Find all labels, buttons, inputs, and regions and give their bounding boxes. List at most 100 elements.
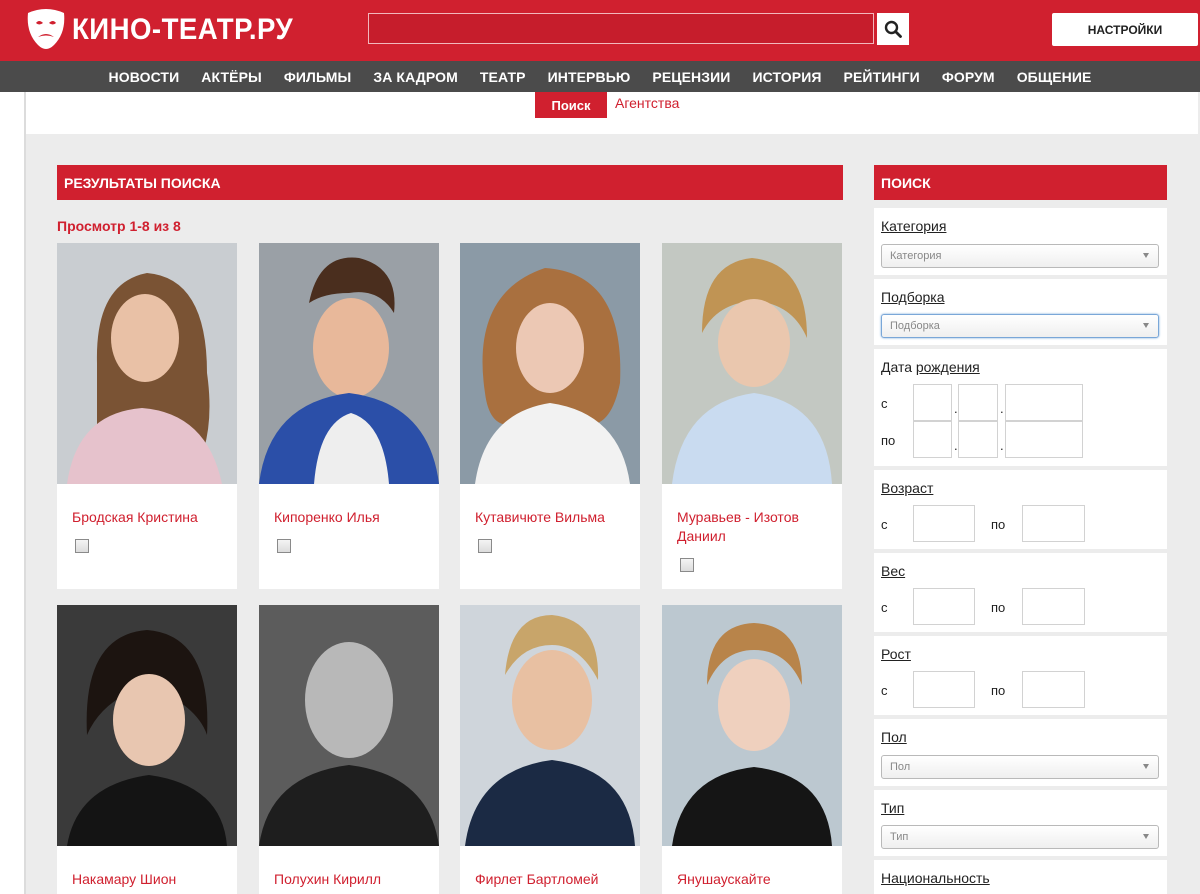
filter-gender: Пол Пол — [874, 719, 1167, 786]
site-search-input[interactable] — [368, 13, 874, 44]
actor-card[interactable]: Кутавичюте Вильма — [460, 243, 640, 589]
filter-age: Возраст с по — [874, 470, 1167, 549]
nav-item-interviews[interactable]: ИНТЕРВЬЮ — [537, 69, 642, 85]
birth-day-to[interactable] — [913, 421, 952, 458]
actor-card[interactable]: Янушаускайте — [662, 605, 842, 894]
actor-photo[interactable] — [259, 243, 439, 484]
weight-from-input[interactable] — [913, 588, 975, 625]
site-logo[interactable]: КИНО-ТЕАТР.РУ — [24, 4, 312, 56]
filter-label[interactable]: Категория — [881, 218, 946, 234]
filter-label[interactable]: Национальность — [881, 870, 990, 886]
filter-nationality: Национальность — [874, 860, 1167, 894]
age-to-input[interactable] — [1022, 505, 1085, 542]
filter-label[interactable]: Рост — [881, 646, 911, 662]
search-button[interactable] — [877, 13, 909, 45]
to-label: по — [881, 433, 896, 448]
filter-collection: Подборка Подборка — [874, 279, 1167, 345]
dropdown-arrow-icon — [1143, 253, 1149, 258]
date-separator: . — [1000, 438, 1004, 453]
actor-name[interactable]: Кутавичюте Вильма — [460, 484, 640, 527]
select-checkbox[interactable] — [478, 539, 492, 553]
from-label: с — [881, 683, 888, 698]
actor-photo[interactable] — [662, 605, 842, 846]
birth-year-from[interactable] — [1005, 384, 1083, 421]
select-checkbox[interactable] — [75, 539, 89, 553]
birth-day-from[interactable] — [913, 384, 952, 421]
actor-name[interactable]: Полухин Кирилл — [259, 846, 439, 889]
birth-year-to[interactable] — [1005, 421, 1083, 458]
nav-item-reviews[interactable]: РЕЦЕНЗИИ — [641, 69, 741, 85]
left-divider — [24, 92, 26, 894]
height-to-input[interactable] — [1022, 671, 1085, 708]
actor-photo[interactable] — [460, 243, 640, 484]
filter-label: Дата рождения — [881, 359, 980, 375]
filter-label[interactable]: Пол — [881, 729, 907, 745]
to-label: по — [991, 600, 1006, 615]
type-select[interactable]: Тип — [881, 825, 1159, 849]
actor-name[interactable]: Бродская Кристина — [57, 484, 237, 527]
filter-category: Категория Категория — [874, 208, 1167, 275]
actor-photo[interactable] — [57, 243, 237, 484]
actor-card[interactable]: Муравьев - Изотов Даниил — [662, 243, 842, 589]
filter-label[interactable]: Тип — [881, 800, 904, 816]
logo-text: КИНО-ТЕАТР.РУ — [72, 13, 294, 46]
nav-item-behind-scenes[interactable]: ЗА КАДРОМ — [362, 69, 469, 85]
filter-label-link[interactable]: рождения — [916, 359, 980, 375]
select-placeholder: Тип — [890, 831, 909, 843]
actor-photo[interactable] — [662, 243, 842, 484]
to-label: по — [991, 683, 1006, 698]
gender-select[interactable]: Пол — [881, 755, 1159, 779]
actor-name[interactable]: Янушаускайте — [662, 846, 842, 889]
nav-item-films[interactable]: ФИЛЬМЫ — [273, 69, 363, 85]
age-from-input[interactable] — [913, 505, 975, 542]
filter-birthdate: Дата рождения с . . по . . — [874, 349, 1167, 466]
nav-item-forum[interactable]: ФОРУМ — [931, 69, 1006, 85]
actor-name[interactable]: Муравьев - Изотов Даниил — [662, 484, 842, 546]
category-select[interactable]: Категория — [881, 244, 1159, 268]
filter-weight: Вес с по — [874, 553, 1167, 632]
birth-month-to[interactable] — [958, 421, 998, 458]
birth-month-from[interactable] — [958, 384, 998, 421]
filter-label[interactable]: Возраст — [881, 480, 933, 496]
actor-name[interactable]: Накамару Шион — [57, 846, 237, 889]
results-count: Просмотр 1-8 из 8 — [57, 218, 181, 234]
filter-label[interactable]: Подборка — [881, 289, 945, 305]
actor-photo[interactable] — [57, 605, 237, 846]
select-checkbox[interactable] — [277, 539, 291, 553]
sub-tabs: Поиск Агентства — [26, 92, 1198, 134]
actor-name[interactable]: Кипоренко Илья — [259, 484, 439, 527]
actor-photo[interactable] — [460, 605, 640, 846]
theatre-mask-icon — [27, 9, 65, 49]
nav-item-ratings[interactable]: РЕЙТИНГИ — [833, 69, 931, 85]
left-margin — [0, 92, 24, 894]
nav-item-history[interactable]: ИСТОРИЯ — [741, 69, 832, 85]
weight-to-input[interactable] — [1022, 588, 1085, 625]
collection-select[interactable]: Подборка — [881, 314, 1159, 338]
settings-button[interactable]: НАСТРОЙКИ — [1052, 13, 1198, 46]
actor-card[interactable]: Кипоренко Илья — [259, 243, 439, 589]
select-placeholder: Подборка — [890, 320, 940, 332]
from-label: с — [881, 517, 888, 532]
filter-type: Тип Тип — [874, 790, 1167, 856]
tab-search[interactable]: Поиск — [535, 92, 607, 118]
main-nav: НОВОСТИ АКТЁРЫ ФИЛЬМЫ ЗА КАДРОМ ТЕАТР ИН… — [0, 61, 1200, 92]
dropdown-arrow-icon — [1143, 764, 1149, 769]
nav-item-theatre[interactable]: ТЕАТР — [469, 69, 537, 85]
dropdown-arrow-icon — [1143, 323, 1149, 328]
actor-card[interactable]: Накамару Шион — [57, 605, 237, 894]
actor-card[interactable]: Фирлет Бартломей — [460, 605, 640, 894]
actor-photo[interactable] — [259, 605, 439, 846]
tab-agencies[interactable]: Агентства — [615, 95, 679, 111]
actor-name[interactable]: Фирлет Бартломей — [460, 846, 640, 889]
nav-item-community[interactable]: ОБЩЕНИЕ — [1006, 69, 1103, 85]
filter-label[interactable]: Вес — [881, 563, 905, 579]
nav-item-news[interactable]: НОВОСТИ — [98, 69, 191, 85]
to-label: по — [991, 517, 1006, 532]
height-from-input[interactable] — [913, 671, 975, 708]
nav-item-actors[interactable]: АКТЁРЫ — [190, 69, 273, 85]
dropdown-arrow-icon — [1143, 834, 1149, 839]
actor-card[interactable]: Полухин Кирилл — [259, 605, 439, 894]
select-checkbox[interactable] — [680, 558, 694, 572]
actor-card[interactable]: Бродская Кристина — [57, 243, 237, 589]
results-title: РЕЗУЛЬТАТЫ ПОИСКА — [57, 165, 843, 200]
